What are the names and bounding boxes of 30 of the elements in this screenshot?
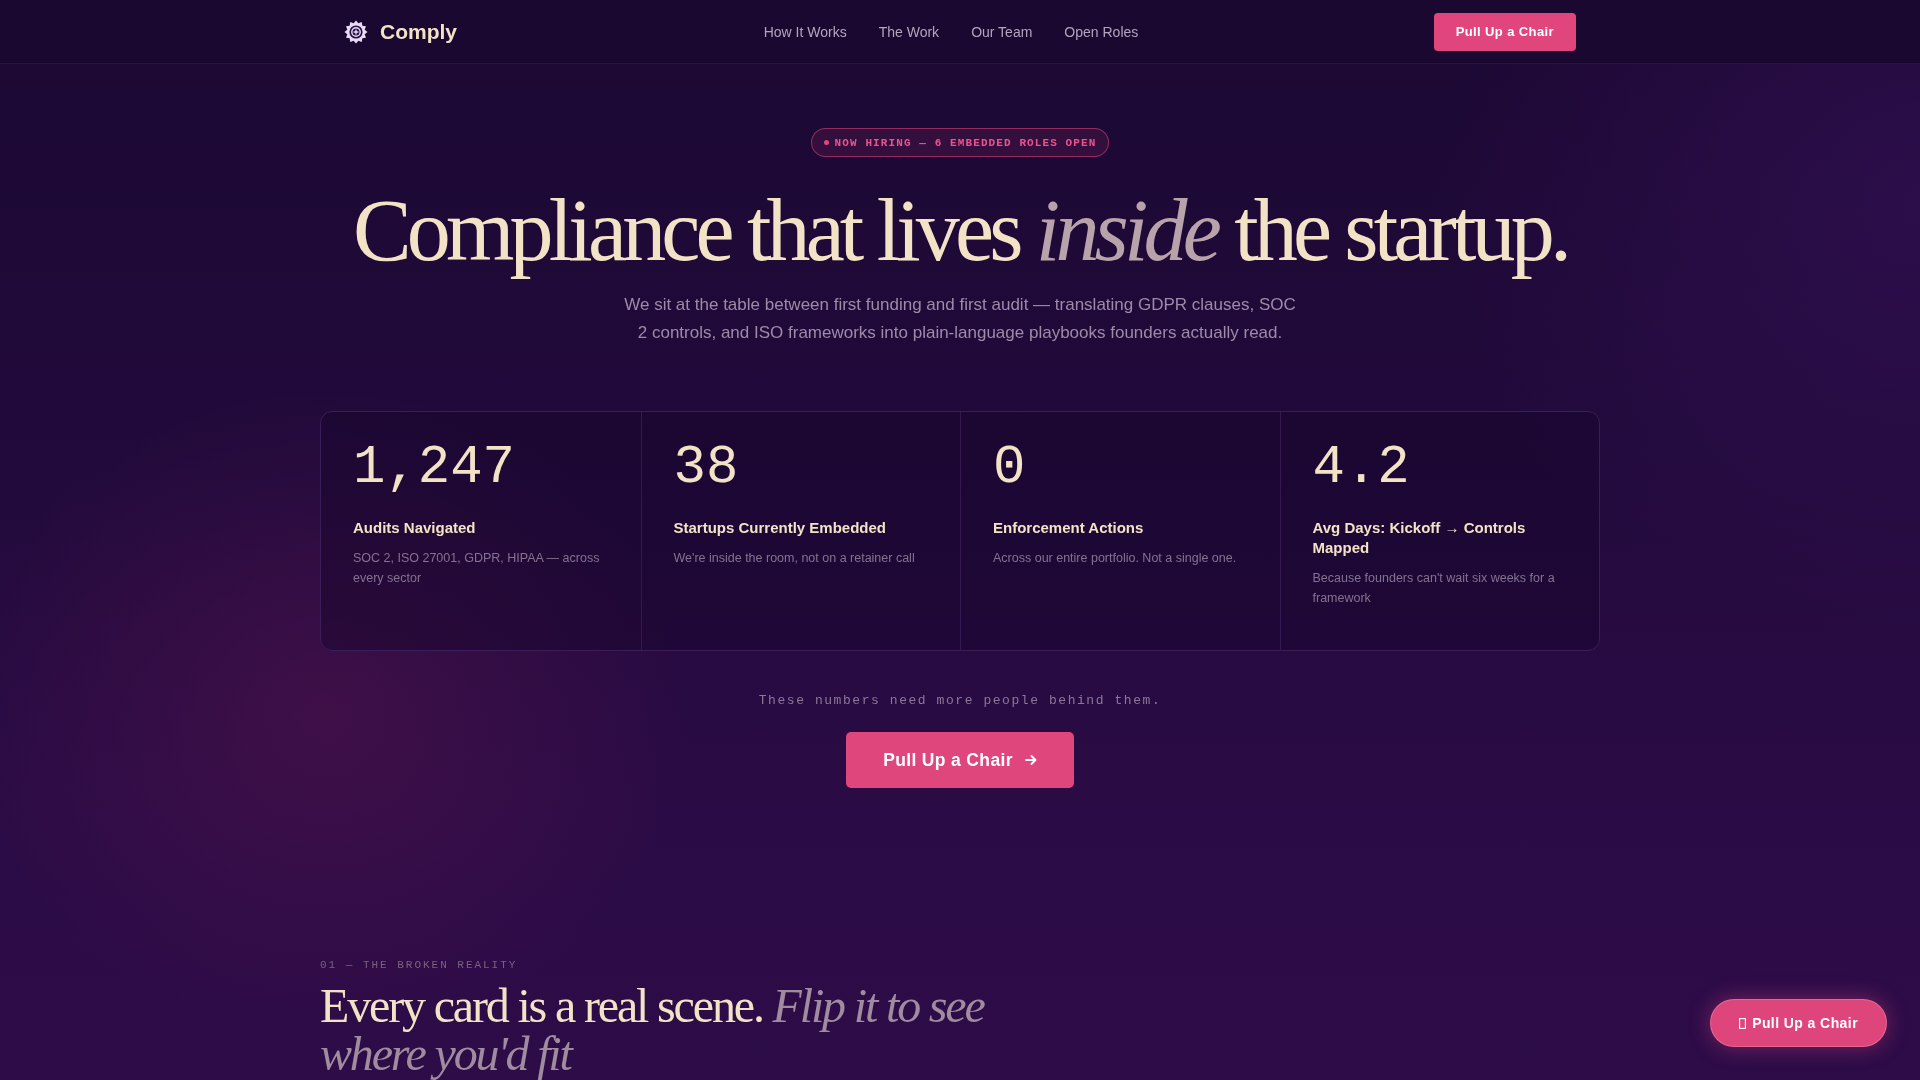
stat-label: Enforcement Actions xyxy=(993,518,1145,539)
hero-subtitle: We sit at the table between first funding and first audit — translating GDPR clauses, SOC 2 controls, and ISO frameworks into plain-language playbooks founders actually read. xyxy=(623,294,1297,345)
stat-label: Startups Currently Embedded xyxy=(673,518,888,539)
brand-name: Comply xyxy=(380,19,457,44)
stat-value: 38 xyxy=(673,438,740,499)
rosette-icon xyxy=(344,19,368,44)
cta-note: These numbers need more people behind them. xyxy=(758,693,1162,709)
nav-link[interactable]: Our Team xyxy=(971,23,1033,40)
stat-label: Audits Navigated xyxy=(353,518,477,539)
hero-headline: Compliance that lives inside the startup. xyxy=(352,185,1568,278)
floating-cta-button[interactable]: Pull Up a Chair xyxy=(1710,999,1887,1047)
header-cta-button[interactable]: Pull Up a Chair xyxy=(1433,12,1576,51)
stat-label: Avg Days: Kickoff → Controls Mapped xyxy=(1312,518,1527,559)
badge-text: NOW HIRING — 6 EMBEDDED ROLES OPEN xyxy=(834,136,1097,149)
stat-value: 0 xyxy=(993,438,1027,499)
arrow-right-icon xyxy=(1024,754,1037,767)
stat-description: We're inside the room, not on a retainer call xyxy=(673,550,916,568)
square-icon xyxy=(1739,1017,1747,1029)
stat-description: SOC 2, ISO 27001, GDPR, HIPAA — across every sector xyxy=(353,550,601,588)
cta-button[interactable]: Pull Up a Chair xyxy=(846,732,1074,789)
nav-link[interactable]: How It Works xyxy=(763,23,847,40)
nav-link[interactable]: The Work xyxy=(878,23,940,40)
stat-description: Across our entire portfolio. Not a single one. xyxy=(993,550,1238,568)
stat-value: 1,247 xyxy=(353,438,517,499)
stat-value: 4.2 xyxy=(1312,438,1411,499)
section-heading: Every card is a real scene. Flip it to see where you'd fit xyxy=(320,982,986,1079)
section-eyebrow: 01 — THE BROKEN REALITY xyxy=(320,959,518,972)
status-dot-icon xyxy=(823,140,829,145)
nav-link[interactable]: Open Roles xyxy=(1064,23,1139,40)
stat-description: Because founders can't wait six weeks for a framework xyxy=(1312,570,1556,608)
